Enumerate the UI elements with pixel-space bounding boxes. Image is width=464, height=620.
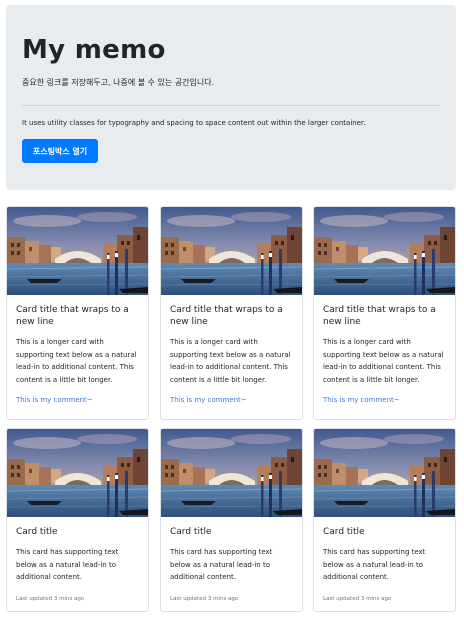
page-title: My memo <box>22 35 166 65</box>
open-posting-box-button[interactable]: 포스팅박스 열기 <box>22 139 98 163</box>
card-text: This card has supporting text below as a… <box>16 548 119 581</box>
card-text: This is a longer card with supporting te… <box>170 338 291 384</box>
card: Card title that wraps to a new line This… <box>313 206 456 420</box>
card-title: Card title <box>16 527 58 537</box>
card-image <box>314 429 455 517</box>
card-title: Card title that wraps to a new line <box>323 305 436 327</box>
card: Card title This card has supporting text… <box>6 428 149 612</box>
card-title: Card title <box>170 527 212 537</box>
card: Card title This card has supporting text… <box>160 428 303 612</box>
card-text: This card has supporting text below as a… <box>170 548 273 581</box>
card-image <box>7 207 148 295</box>
description-text: It uses utility classes for typography a… <box>22 119 366 127</box>
card-title: Card title that wraps to a new line <box>16 305 129 327</box>
card-title: Card title that wraps to a new line <box>170 305 283 327</box>
card-title: Card title <box>323 527 365 537</box>
card-text: This card has supporting text below as a… <box>323 548 426 581</box>
card: Card title that wraps to a new line This… <box>160 206 303 420</box>
card-comment-link[interactable]: This is my comment~ <box>170 395 293 405</box>
card-image <box>314 207 455 295</box>
jumbotron: My memo 중요한 링크를 저장해두고, 나중에 볼 수 있는 공간입니다.… <box>6 5 456 190</box>
card-image <box>161 429 302 517</box>
card: Card title that wraps to a new line This… <box>6 206 149 420</box>
card-updated-text: Last updated 3 mins ago <box>170 595 239 602</box>
card-text: This is a longer card with supporting te… <box>16 338 137 384</box>
card: Card title This card has supporting text… <box>313 428 456 612</box>
card-updated-text: Last updated 3 mins ago <box>16 595 85 602</box>
card-comment-link[interactable]: This is my comment~ <box>323 395 446 405</box>
lead-text: 중요한 링크를 저장해두고, 나중에 볼 수 있는 공간입니다. <box>22 78 215 87</box>
card-updated-text: Last updated 3 mins ago <box>323 595 392 602</box>
card-comment-link[interactable]: This is my comment~ <box>16 395 139 405</box>
card-image <box>7 429 148 517</box>
card-text: This is a longer card with supporting te… <box>323 338 444 384</box>
card-image <box>161 207 302 295</box>
divider <box>22 105 440 106</box>
